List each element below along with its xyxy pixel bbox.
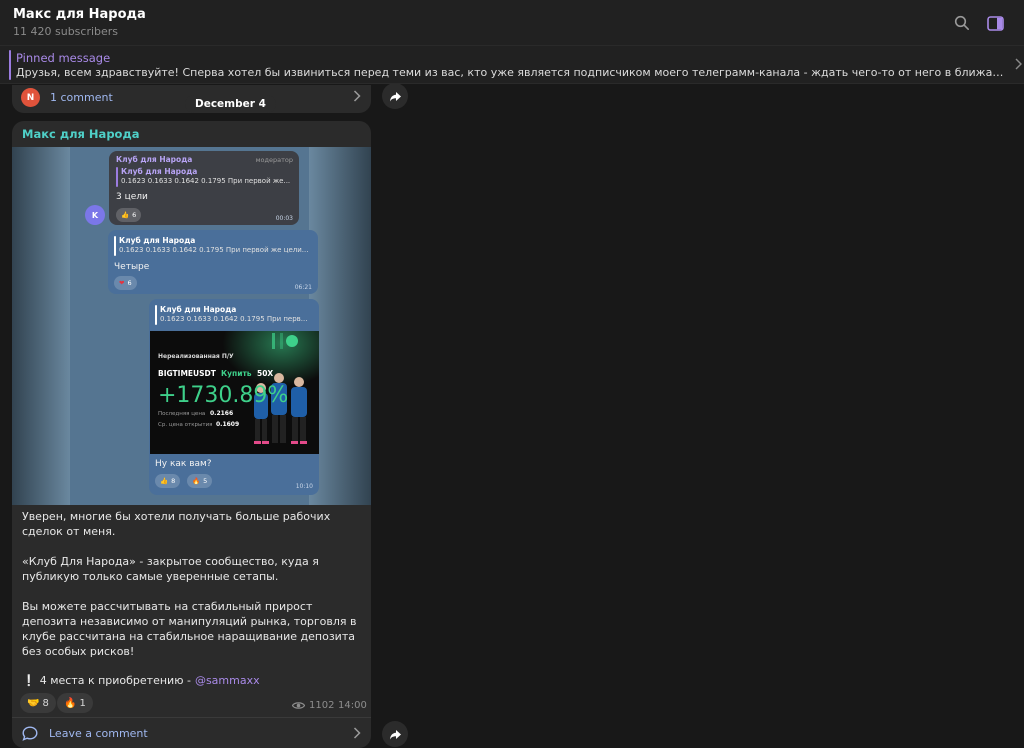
slots-text: 4 места к приобретению -: [39, 674, 191, 687]
post-time: 14:00: [338, 700, 367, 711]
post-body: Уверен, многие бы хотели получать больше…: [22, 509, 362, 674]
screenshot-message: Клуб для Народа 0.1623 0.1633 0.1642 0.1…: [108, 230, 318, 294]
trade-entry-price-label: Ср. цена открытия: [158, 422, 213, 428]
leave-comment-button[interactable]: Leave a comment: [12, 717, 371, 748]
leave-comment-label: Leave a comment: [49, 727, 148, 740]
screenshot-text: Ну как вам?: [155, 459, 212, 469]
quote-bar: [114, 236, 116, 256]
reaction-count: 5: [203, 477, 208, 485]
share-arrow-icon: [389, 729, 401, 739]
channel-header: Макс для Народа 11 420 subscribers: [0, 0, 1024, 46]
trade-pnl: +1730.89%: [158, 383, 289, 408]
image-blur-left: [12, 147, 70, 505]
reaction-fire[interactable]: 🔥 1: [57, 693, 93, 713]
thumbs-up-icon: 👍: [160, 477, 169, 485]
fire-icon: 🔥: [64, 697, 77, 709]
screenshot-reaction: ❤ 6: [114, 276, 137, 290]
heart-icon: ❤: [119, 279, 125, 287]
slots-line: ❕ 4 места к приобретению - @sammaxx: [22, 674, 260, 687]
screenshot-sender: Клуб для Народа: [116, 155, 193, 164]
fire-icon: 🔥: [192, 477, 201, 485]
quote-bar: [155, 305, 157, 325]
screenshot-role: модератор: [255, 156, 293, 164]
pinned-indicator: [9, 50, 11, 80]
chevron-right-icon[interactable]: [1015, 58, 1022, 73]
eye-icon: [292, 702, 305, 709]
screenshot-quote-text: 0.1623 0.1633 0.1642 0.1795 При первой ж…: [119, 246, 309, 254]
pinned-message-bar[interactable]: Pinned message Друзья, всем здравствуйте…: [0, 46, 1024, 84]
trade-label: Нереализованная П/У: [158, 353, 234, 360]
pinned-title: Pinned message: [16, 51, 111, 65]
reaction-count: 1: [79, 697, 86, 709]
pinned-text: Друзья, всем здравствуйте! Сперва хотел …: [16, 66, 1006, 79]
comment-icon: [22, 726, 38, 745]
screenshot-quote-text: 0.1623 0.1633 0.1642 0.1795 При первой ж…: [121, 177, 291, 185]
trade-action: Купить: [221, 369, 252, 378]
screenshot-avatar: K: [85, 205, 105, 225]
screenshot-message: Клуб для Народа модератор Клуб для Народ…: [109, 151, 299, 225]
reaction-count: 6: [132, 211, 137, 219]
screenshot-reaction: 👍 8: [155, 474, 181, 488]
avatar: N: [21, 88, 40, 107]
screenshot-quote-name: Клуб для Народа: [119, 236, 196, 245]
trade-last-price: 0.2166: [210, 410, 234, 417]
screenshot-text: Четыре: [114, 262, 150, 272]
trade-leverage: 50X: [257, 369, 274, 378]
chevron-right-icon: [353, 726, 361, 744]
screenshot-time: 00:03: [275, 215, 293, 222]
thumbs-up-icon: 👍: [121, 211, 130, 219]
chat-area: N 1 comment December 4 Макс для Народа К…: [0, 83, 1024, 748]
reaction-count: 8: [42, 697, 49, 709]
sidebar-toggle-icon[interactable]: [984, 12, 1006, 34]
post-paragraph: Уверен, многие бы хотели получать больше…: [22, 510, 331, 538]
screenshot-quote-name: Клуб для Народа: [121, 167, 198, 176]
comments-label: 1 comment: [50, 91, 113, 104]
trade-pair: BIGTIMEUSDT: [158, 369, 216, 378]
trade-entry-price: 0.1609: [216, 421, 240, 428]
forward-button[interactable]: [382, 721, 408, 747]
mention-link[interactable]: @sammaxx: [195, 674, 260, 687]
screenshot-time: 06:21: [294, 284, 312, 291]
search-icon[interactable]: [951, 12, 973, 34]
trade-result-card: Нереализованная П/У BIGTIMEUSDT Купить 5…: [150, 331, 319, 454]
post-image[interactable]: Клуб для Народа модератор Клуб для Народ…: [12, 147, 371, 505]
quote-bar: [116, 167, 118, 187]
post-paragraph: «Клуб Для Народа» - закрытое сообщество,…: [22, 555, 319, 583]
screenshot-quote-name: Клуб для Народа: [160, 305, 237, 314]
screenshot-quote-text: 0.1623 0.1633 0.1642 0.1795 При перв...: [160, 315, 308, 323]
forward-button[interactable]: [382, 83, 408, 109]
reaction-count: 6: [127, 279, 132, 287]
trade-last-price-label: Последняя цена: [158, 411, 206, 417]
exclamation-icon: ❕: [22, 674, 36, 687]
reaction-count: 8: [171, 477, 176, 485]
subscriber-count: 11 420 subscribers: [13, 25, 119, 38]
screenshot-reaction: 👍 6: [116, 208, 142, 222]
channel-post: Макс для Народа Клуб для Народа модерато…: [12, 121, 371, 748]
reaction-handshake[interactable]: 🤝 8: [20, 693, 56, 713]
post-author[interactable]: Макс для Народа: [22, 127, 140, 141]
chevron-right-icon: [353, 89, 361, 107]
channel-name[interactable]: Макс для Народа: [13, 7, 146, 22]
screenshot-time: 10:10: [295, 483, 313, 490]
date-separator: December 4: [185, 95, 276, 113]
screenshot-text: 3 цели: [116, 192, 148, 202]
share-arrow-icon: [389, 91, 401, 101]
views-number: 1102: [309, 700, 335, 711]
view-count: 1102: [292, 700, 334, 711]
screenshot-reaction: 🔥 5: [187, 474, 213, 488]
handshake-icon: 🤝: [27, 697, 40, 709]
post-paragraph: Вы можете рассчитывать на стабильный при…: [22, 600, 357, 658]
